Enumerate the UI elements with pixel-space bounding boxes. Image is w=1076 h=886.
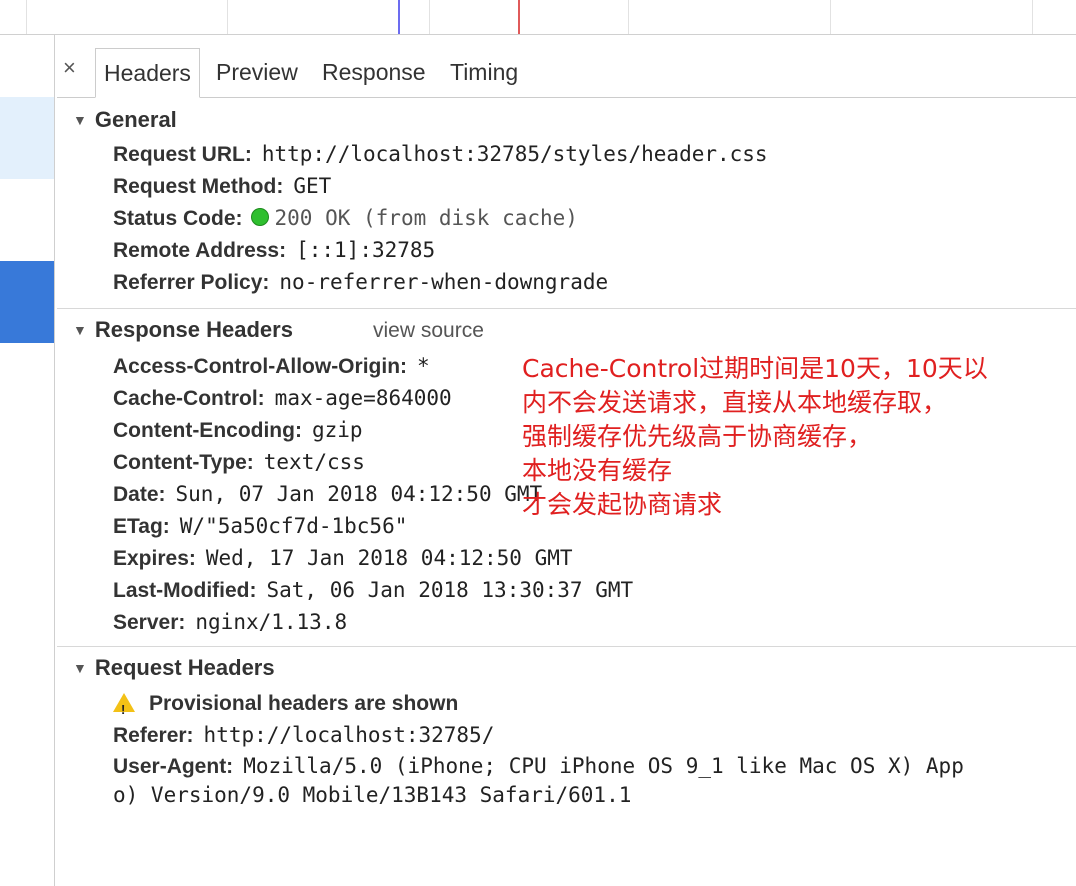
header-value: Mozilla/5.0 (iPhone; CPU iPhone OS 9_1 l… bbox=[243, 754, 964, 778]
request-list-row[interactable] bbox=[0, 97, 54, 179]
header-row: Expires: Wed, 17 Jan 2018 04:12:50 GMT bbox=[113, 544, 573, 573]
header-key: Status Code: bbox=[113, 207, 243, 230]
timeline-tick bbox=[26, 0, 27, 34]
general-section-header[interactable]: ▼ General bbox=[73, 107, 177, 133]
header-row: Cache-Control: max-age=864000 bbox=[113, 384, 452, 413]
header-row: Access-Control-Allow-Origin: * bbox=[113, 352, 430, 381]
header-row: User-Agent: Mozilla/5.0 (iPhone; CPU iPho… bbox=[113, 752, 964, 781]
provisional-warning: ! Provisional headers are shown bbox=[113, 690, 458, 718]
header-key: Request URL: bbox=[113, 143, 252, 166]
header-value: text/css bbox=[263, 450, 365, 474]
header-key: User-Agent: bbox=[113, 755, 234, 778]
timeline-tick bbox=[628, 0, 629, 34]
header-key: Content-Type: bbox=[113, 451, 254, 474]
header-row: ETag: W/"5a50cf7d-1bc56" bbox=[113, 512, 407, 541]
header-value: http://localhost:32785/styles/header.css bbox=[261, 142, 768, 166]
domcontentloaded-marker bbox=[398, 0, 400, 34]
expand-triangle-icon: ▼ bbox=[73, 112, 87, 128]
header-key: Request Method: bbox=[113, 175, 284, 198]
header-row: Request URL: http://localhost:32785/style… bbox=[113, 140, 768, 169]
header-value: Wed, 17 Jan 2018 04:12:50 GMT bbox=[205, 546, 573, 570]
network-timeline bbox=[0, 0, 1076, 35]
header-row: Content-Type: text/css bbox=[113, 448, 365, 477]
request-headers-section-header[interactable]: ▼ Request Headers bbox=[73, 655, 275, 681]
header-row: Server: nginx/1.13.8 bbox=[113, 608, 347, 637]
header-value: * bbox=[417, 354, 430, 378]
header-value: nginx/1.13.8 bbox=[195, 610, 348, 634]
header-key: Remote Address: bbox=[113, 239, 287, 262]
header-key: Cache-Control: bbox=[113, 387, 265, 410]
header-key: Last-Modified: bbox=[113, 579, 257, 602]
request-list[interactable] bbox=[0, 35, 55, 886]
tab-response[interactable]: Response bbox=[314, 48, 434, 96]
timeline-tick bbox=[1032, 0, 1033, 34]
header-value: max-age=864000 bbox=[274, 386, 452, 410]
section-divider bbox=[57, 308, 1076, 309]
header-row: Referer: http://localhost:32785/ bbox=[113, 721, 494, 750]
timeline-tick bbox=[227, 0, 228, 34]
close-icon[interactable]: × bbox=[63, 55, 76, 81]
header-value: http://localhost:32785/ bbox=[203, 723, 495, 747]
header-value: Sun, 07 Jan 2018 04:12:50 GMT bbox=[175, 482, 543, 506]
header-row: Status Code: 200 OK (from disk cache) bbox=[113, 204, 578, 233]
view-source-link[interactable]: view source bbox=[373, 319, 484, 343]
response-headers-section-header[interactable]: ▼ Response Headers bbox=[73, 317, 293, 343]
tab-timing[interactable]: Timing bbox=[442, 48, 526, 96]
header-row: Request Method: GET bbox=[113, 172, 331, 201]
header-row: Last-Modified: Sat, 06 Jan 2018 13:30:37 … bbox=[113, 576, 633, 605]
section-divider bbox=[57, 646, 1076, 647]
warning-icon: ! bbox=[113, 693, 135, 717]
header-row: Remote Address: [::1]:32785 bbox=[113, 236, 435, 265]
header-value: [::1]:32785 bbox=[296, 238, 436, 262]
warning-text: Provisional headers are shown bbox=[149, 692, 459, 715]
header-value: no-referrer-when-downgrade bbox=[279, 270, 609, 294]
load-marker bbox=[518, 0, 520, 34]
header-key: Referer: bbox=[113, 724, 194, 747]
red-annotation-text: Cache-Control过期时间是10天，10天以 内不会发送请求，直接从本地… bbox=[522, 354, 988, 519]
header-value: GET bbox=[293, 174, 332, 198]
header-row: Referrer Policy: no-referrer-when-downgra… bbox=[113, 268, 608, 297]
request-list-row-selected[interactable] bbox=[0, 261, 54, 343]
header-value: gzip bbox=[311, 418, 363, 442]
header-key: Access-Control-Allow-Origin: bbox=[113, 355, 408, 378]
timeline-tick bbox=[429, 0, 430, 34]
details-tabbar: × Headers Preview Response Timing bbox=[57, 35, 1076, 98]
timeline-tick bbox=[830, 0, 831, 34]
section-title: Request Headers bbox=[94, 655, 275, 680]
request-details-panel: × Headers Preview Response Timing ▼ Gener… bbox=[57, 35, 1076, 886]
header-key: Server: bbox=[113, 611, 186, 634]
header-row: Date: Sun, 07 Jan 2018 04:12:50 GMT bbox=[113, 480, 542, 509]
section-title: General bbox=[94, 107, 177, 132]
header-key: Date: bbox=[113, 483, 166, 506]
header-row: Content-Encoding: gzip bbox=[113, 416, 363, 445]
expand-triangle-icon: ▼ bbox=[73, 660, 87, 676]
header-key: ETag: bbox=[113, 515, 170, 538]
tab-headers[interactable]: Headers bbox=[95, 48, 200, 98]
expand-triangle-icon: ▼ bbox=[73, 322, 87, 338]
tab-preview[interactable]: Preview bbox=[208, 48, 306, 96]
section-title: Response Headers bbox=[94, 317, 293, 342]
header-value: 200 OK (from disk cache) bbox=[274, 206, 578, 230]
header-value: W/"5a50cf7d-1bc56" bbox=[179, 514, 408, 538]
header-value: Sat, 06 Jan 2018 13:30:37 GMT bbox=[266, 578, 634, 602]
header-key: Expires: bbox=[113, 547, 196, 570]
header-key: Referrer Policy: bbox=[113, 271, 270, 294]
user-agent-continuation: o) Version/9.0 Mobile/13B143 Safari/601.… bbox=[113, 783, 632, 807]
header-key: Content-Encoding: bbox=[113, 419, 302, 442]
status-success-icon bbox=[250, 208, 269, 226]
